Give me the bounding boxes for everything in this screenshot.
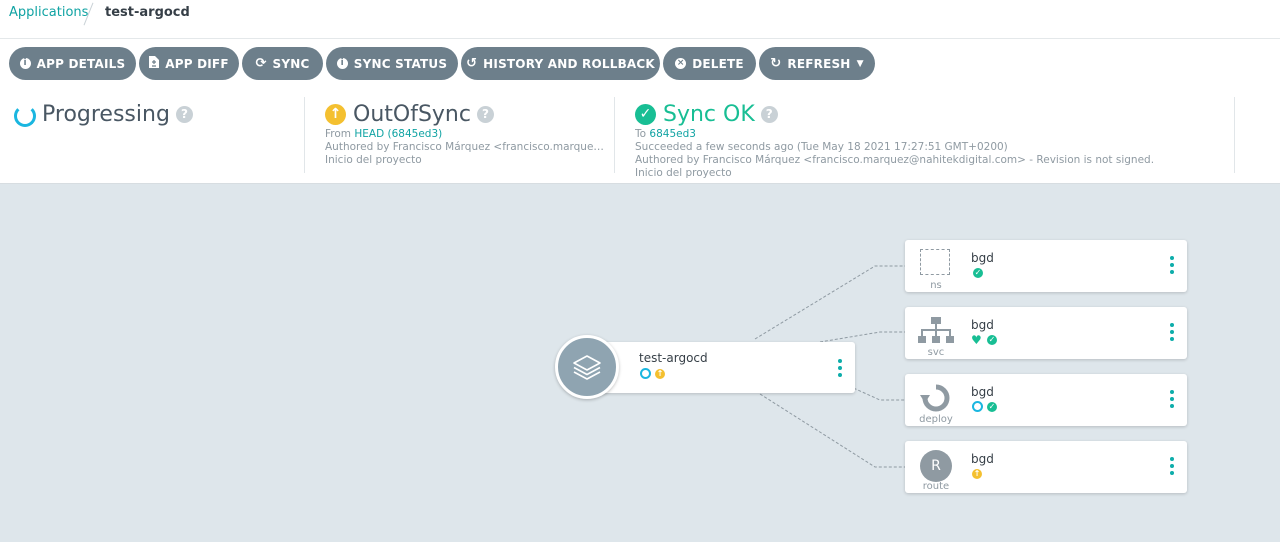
healthy-heart-icon: ♥	[971, 333, 982, 347]
help-icon[interactable]: ?	[476, 106, 494, 123]
breadcrumb-applications-link[interactable]: Applications	[9, 5, 88, 20]
app-node[interactable]	[585, 342, 855, 393]
operation-revision-link[interactable]: 6845ed3	[649, 128, 696, 140]
resource-menu-icon[interactable]	[1170, 256, 1174, 274]
resource-name: bgd	[971, 318, 994, 332]
edge-app-ns	[754, 265, 905, 340]
resource-name: bgd	[971, 452, 994, 466]
arrow-up-circle-icon: ↑	[325, 104, 346, 125]
resource-kind: route	[922, 481, 950, 492]
route-icon: R	[920, 450, 952, 482]
resource-name: bgd	[971, 251, 994, 265]
progressing-icon	[14, 105, 36, 127]
history-rollback-label: HISTORY AND ROLLBACK	[483, 56, 655, 71]
resource-tree-canvas: test-argocd ↑ ns bgd ✓ svc bgd ♥ ✓ deplo…	[0, 184, 1280, 542]
resource-name: bgd	[971, 385, 994, 399]
help-icon[interactable]: ?	[175, 106, 193, 123]
out-of-sync-icon: ↑	[972, 469, 982, 479]
breadcrumb-current: test-argocd	[105, 5, 190, 20]
app-details-button[interactable]: i APP DETAILS	[9, 47, 136, 80]
sync-button[interactable]: ⟳ SYNC	[242, 47, 323, 80]
app-details-label: APP DETAILS	[36, 56, 126, 71]
info-icon: i	[336, 58, 348, 69]
sync-status: OutOfSync?	[353, 102, 494, 127]
check-circle-icon: ✓	[635, 104, 656, 125]
refresh-icon: ↻	[770, 56, 782, 71]
synced-icon: ✓	[973, 268, 983, 278]
operation-succeeded: Succeeded a few seconds ago (Tue May 18 …	[635, 141, 1008, 153]
delete-button[interactable]: × DELETE	[663, 47, 756, 80]
synced-icon: ✓	[987, 335, 997, 345]
app-node-menu-icon[interactable]	[838, 359, 842, 377]
sync-from-label: From	[325, 128, 352, 140]
toolbar: i APP DETAILS APP DIFF ⟳ SYNC i SYNC STA…	[0, 39, 1280, 89]
history-icon: ↺	[466, 56, 478, 71]
app-node-name: test-argocd	[639, 351, 708, 365]
health-status: Progressing?	[42, 102, 193, 127]
caret-down-icon: ▼	[856, 58, 864, 69]
sync-status-title: OutOfSync	[353, 102, 471, 127]
divider	[304, 97, 305, 173]
resource-menu-icon[interactable]	[1170, 457, 1174, 475]
help-icon[interactable]: ?	[760, 106, 778, 123]
sync-from-revision-link[interactable]: HEAD (6845ed3)	[354, 128, 442, 140]
deployment-icon	[920, 383, 952, 417]
sync-status-label: SYNC STATUS	[353, 56, 448, 71]
progressing-icon	[640, 368, 651, 379]
resource-menu-icon[interactable]	[1170, 323, 1174, 341]
sync-status-button[interactable]: i SYNC STATUS	[326, 47, 458, 80]
service-icon	[918, 317, 954, 349]
namespace-icon	[920, 249, 950, 275]
sync-author: Authored by Francisco Márquez <francisco…	[325, 141, 605, 153]
operation-to-label: To	[635, 128, 647, 140]
file-diff-icon	[149, 56, 160, 71]
sync-icon: ⟳	[255, 56, 267, 71]
operation-message: Inicio del proyecto	[635, 167, 732, 179]
out-of-sync-icon: ↑	[655, 369, 665, 379]
status-panel: Progressing? ↑ OutOfSync? From HEAD (684…	[0, 89, 1280, 184]
resource-kind: deploy	[919, 414, 953, 425]
edge-app-route	[759, 393, 905, 468]
sync-message: Inicio del proyecto	[325, 154, 422, 166]
breadcrumb: Applications test-argocd	[0, 0, 1280, 39]
close-circle-icon: ×	[675, 58, 687, 69]
operation-to: To 6845ed3	[635, 128, 1225, 140]
progressing-icon	[972, 401, 983, 412]
operation-author: Authored by Francisco Márquez <francisco…	[635, 154, 1155, 166]
divider	[614, 97, 615, 173]
divider	[1234, 97, 1235, 173]
edge-app-svc	[819, 331, 905, 343]
operation-status: Sync OK?	[663, 102, 778, 127]
sync-from: From HEAD (6845ed3)	[325, 128, 605, 140]
refresh-label: REFRESH	[787, 56, 851, 71]
resource-kind: svc	[927, 347, 945, 358]
delete-label: DELETE	[692, 56, 744, 71]
resource-kind: ns	[930, 280, 942, 291]
operation-status-title: Sync OK	[663, 102, 755, 127]
health-status-title: Progressing	[42, 102, 170, 127]
refresh-button[interactable]: ↻ REFRESH ▼	[759, 47, 875, 80]
app-diff-button[interactable]: APP DIFF	[139, 47, 239, 80]
info-icon: i	[19, 58, 31, 69]
resource-menu-icon[interactable]	[1170, 390, 1174, 408]
history-rollback-button[interactable]: ↺ HISTORY AND ROLLBACK	[461, 47, 660, 80]
app-diff-label: APP DIFF	[165, 56, 229, 71]
layers-icon	[555, 335, 619, 399]
synced-icon: ✓	[987, 402, 997, 412]
sync-label: SYNC	[272, 56, 310, 71]
